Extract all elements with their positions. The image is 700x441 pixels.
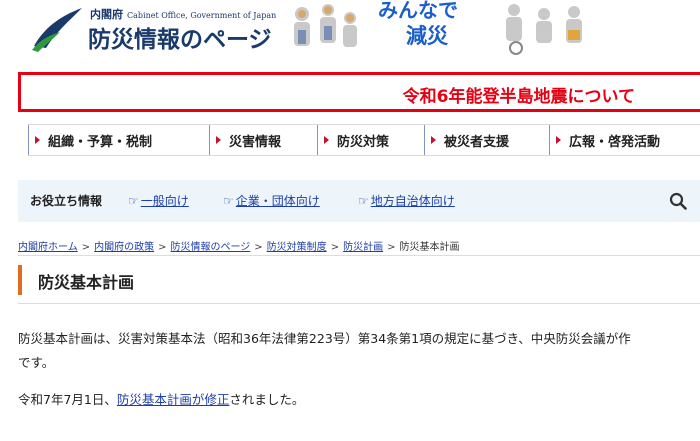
site-title[interactable]: 防災情報のページ	[88, 20, 272, 54]
intro-paragraph-line1: 防災基本計画は、災害対策基本法（昭和36年法律第223号）第34条第1項の規定に…	[18, 331, 631, 346]
breadcrumb: 内閣府ホーム > 内閣府の政策 > 防災情報のページ > 防災対策制度 > 防災計画 > 防災基本計…	[18, 238, 459, 253]
global-nav: 組織・予算・税制 災害情報 防災対策 被災者支援 広報・啓発活動	[28, 124, 700, 156]
arrow-right-icon	[556, 136, 561, 144]
chevron-right-icon: >	[254, 242, 263, 253]
arrow-right-icon	[216, 136, 221, 144]
link-local-governments[interactable]: ☞ 地方自治体向け	[358, 192, 455, 209]
nav-item-organization[interactable]: 組織・予算・税制	[28, 125, 210, 155]
arrow-right-icon	[431, 136, 436, 144]
title-divider	[18, 303, 700, 304]
chevron-right-icon: >	[387, 242, 396, 253]
chevron-right-icon: >	[158, 242, 167, 253]
title-accent-bar	[18, 265, 22, 295]
emergency-alert-box: 令和6年能登半島地震について	[18, 72, 700, 112]
breadcrumb-bousai-plan[interactable]: 防災計画	[343, 242, 383, 253]
chevron-right-icon: >	[81, 242, 91, 253]
useful-info-label: お役立ち情報	[30, 194, 103, 208]
search-icon[interactable]	[669, 192, 687, 210]
breadcrumb-bousai-system[interactable]: 防災対策制度	[267, 242, 327, 253]
pointing-hand-icon: ☞	[358, 194, 369, 208]
link-companies[interactable]: ☞ 企業・団体向け	[223, 192, 320, 209]
pointing-hand-icon: ☞	[128, 194, 139, 208]
arrow-right-icon	[324, 136, 329, 144]
nav-item-public-relations[interactable]: 広報・啓発活動	[550, 125, 700, 155]
breadcrumb-home[interactable]: 内閣府ホーム	[18, 242, 78, 253]
link-general-public[interactable]: ☞ 一般向け	[128, 192, 189, 209]
site-header: 内閣府 Cabinet Office, Government of Japan 防…	[0, 0, 700, 60]
arrow-right-icon	[35, 136, 40, 144]
breadcrumb-policies[interactable]: 内閣府の政策	[94, 242, 154, 253]
breadcrumb-divider	[18, 255, 700, 256]
revision-link[interactable]: 防災基本計画が修正	[117, 392, 230, 407]
breadcrumb-bousai-info[interactable]: 防災情報のページ	[170, 242, 250, 253]
pointing-hand-icon: ☞	[223, 194, 234, 208]
breadcrumb-current: 防災基本計画	[399, 242, 460, 253]
intro-paragraph-line2: です。	[18, 355, 55, 370]
page-title: 防災基本計画	[38, 273, 135, 292]
banner-text-gensai: 減災	[406, 24, 448, 48]
nav-item-disaster-info[interactable]: 災害情報	[210, 125, 318, 155]
nav-item-disaster-prevention[interactable]: 防災対策	[318, 125, 425, 155]
cabinet-office-logo-icon[interactable]	[30, 6, 84, 52]
nav-item-victim-support[interactable]: 被災者支援	[425, 125, 550, 155]
chevron-right-icon: >	[330, 242, 340, 253]
noto-earthquake-link[interactable]: 令和6年能登半島地震について	[403, 82, 635, 107]
useful-info-bar: お役立ち情報 ☞ 一般向け ☞ 企業・団体向け ☞ 地方自治体向け	[18, 180, 700, 222]
revision-notice: 令和7年7月1日、防災基本計画が修正されました。	[18, 392, 305, 407]
